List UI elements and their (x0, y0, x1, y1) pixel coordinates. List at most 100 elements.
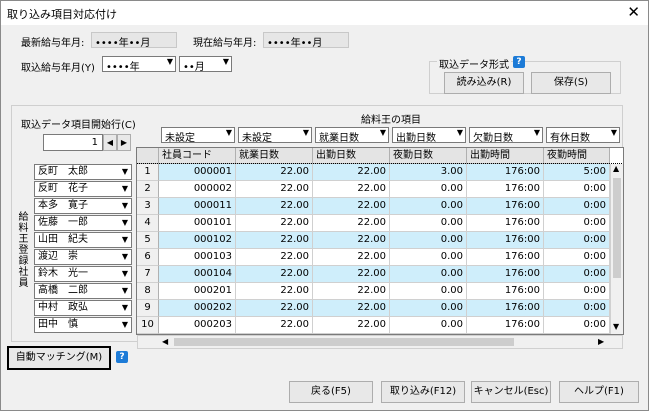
table-cell[interactable]: 22.00 (313, 215, 390, 232)
increment-icon[interactable]: ▶ (117, 134, 131, 151)
back-button[interactable]: 戻る(F5) (289, 381, 373, 403)
table-cell[interactable]: 22.00 (313, 232, 390, 249)
employee-select[interactable]: 高橋 二郎 ▼ (34, 283, 132, 299)
column-select-3[interactable]: 就業日数 ▼ (315, 127, 389, 144)
table-cell[interactable]: 176:00 (467, 300, 544, 317)
table-cell[interactable]: 0.00 (390, 249, 467, 266)
table-cell[interactable]: 0.00 (390, 283, 467, 300)
table-cell[interactable]: 176:00 (467, 266, 544, 283)
employee-select[interactable]: 田中 慎 ▼ (34, 317, 132, 333)
employee-select[interactable]: 山田 紀夫 ▼ (34, 232, 132, 248)
table-cell[interactable]: 0:00 (544, 249, 610, 266)
table-cell[interactable]: 176:00 (467, 215, 544, 232)
table-row[interactable]: 10 000203 22.00 22.00 0.00 176:00 0:00 (137, 317, 623, 334)
data-grid[interactable]: 社員コード 就業日数 出勤日数 夜勤日数 出勤時間 夜勤時間 1 000001 22… (136, 147, 624, 335)
auto-match-button[interactable]: 自動マッチング(M) (7, 346, 111, 370)
table-row[interactable]: 7 000104 22.00 22.00 0.00 176:00 0:00 (137, 266, 623, 283)
table-cell[interactable]: 176:00 (467, 198, 544, 215)
table-cell[interactable]: 22.00 (313, 266, 390, 283)
row-number[interactable]: 4 (137, 215, 159, 232)
column-select-4[interactable]: 出勤日数 ▼ (392, 127, 466, 144)
table-cell[interactable]: 0.00 (390, 232, 467, 249)
row-number[interactable]: 10 (137, 317, 159, 334)
scroll-down-icon[interactable]: ▼ (613, 322, 619, 331)
decrement-icon[interactable]: ◀ (103, 134, 117, 151)
row-number[interactable]: 8 (137, 283, 159, 300)
table-cell[interactable]: 22.00 (313, 164, 390, 181)
table-cell[interactable]: 176:00 (467, 249, 544, 266)
table-cell[interactable]: 000103 (159, 249, 236, 266)
table-cell[interactable]: 0.00 (390, 215, 467, 232)
column-header[interactable]: 出勤時間 (467, 148, 544, 164)
table-cell[interactable]: 0:00 (544, 300, 610, 317)
table-cell[interactable]: 000203 (159, 317, 236, 334)
table-cell[interactable]: 0:00 (544, 266, 610, 283)
table-cell[interactable]: 176:00 (467, 181, 544, 198)
employee-select[interactable]: 佐藤 一郎 ▼ (34, 215, 132, 231)
table-cell[interactable]: 22.00 (313, 317, 390, 334)
hscrollbar-thumb[interactable] (174, 338, 514, 346)
table-row[interactable]: 2 000002 22.00 22.00 0.00 176:00 0:00 (137, 181, 623, 198)
close-icon[interactable]: ✕ (627, 3, 640, 21)
start-row-input[interactable]: 1 (43, 134, 103, 151)
table-cell[interactable]: 000001 (159, 164, 236, 181)
table-row[interactable]: 1 000001 22.00 22.00 3.00 176:00 5:00 (137, 163, 623, 182)
table-cell[interactable]: 22.00 (313, 283, 390, 300)
employee-select[interactable]: 反町 花子 ▼ (34, 181, 132, 197)
format-help-icon[interactable]: ? (513, 56, 525, 68)
table-cell[interactable]: 5:00 (544, 164, 610, 181)
table-row[interactable]: 9 000202 22.00 22.00 0.00 176:00 0:00 (137, 300, 623, 317)
table-row[interactable]: 5 000102 22.00 22.00 0.00 176:00 0:00 (137, 232, 623, 249)
employee-select[interactable]: 中村 政弘 ▼ (34, 300, 132, 316)
row-number[interactable]: 6 (137, 249, 159, 266)
table-cell[interactable]: 000202 (159, 300, 236, 317)
table-cell[interactable]: 000002 (159, 181, 236, 198)
table-cell[interactable]: 22.00 (313, 181, 390, 198)
employee-select[interactable]: 反町 太郎 ▼ (34, 164, 132, 180)
table-cell[interactable]: 176:00 (467, 283, 544, 300)
table-cell[interactable]: 000011 (159, 198, 236, 215)
table-cell[interactable]: 0:00 (544, 317, 610, 334)
table-cell[interactable]: 0:00 (544, 181, 610, 198)
load-button[interactable]: 読み込み(R) (444, 72, 524, 94)
table-cell[interactable]: 22.00 (313, 198, 390, 215)
cancel-button[interactable]: キャンセル(Esc) (471, 381, 551, 403)
import-button[interactable]: 取り込み(F12) (381, 381, 465, 403)
table-cell[interactable]: 0:00 (544, 198, 610, 215)
column-header[interactable]: 社員コード (159, 148, 236, 164)
employee-select[interactable]: 鈴木 光一 ▼ (34, 266, 132, 282)
import-month-select[interactable]: ••月 ▼ (179, 56, 232, 73)
table-row[interactable]: 4 000101 22.00 22.00 0.00 176:00 0:00 (137, 215, 623, 232)
table-cell[interactable]: 3.00 (390, 164, 467, 181)
table-cell[interactable]: 22.00 (236, 164, 313, 181)
table-cell[interactable]: 176:00 (467, 164, 544, 181)
table-cell[interactable]: 22.00 (236, 266, 313, 283)
row-number[interactable]: 5 (137, 232, 159, 249)
table-cell[interactable]: 22.00 (236, 232, 313, 249)
table-cell[interactable]: 22.00 (236, 317, 313, 334)
employee-select[interactable]: 本多 寛子 ▼ (34, 198, 132, 214)
horizontal-scrollbar[interactable]: ◀ ▶ (137, 335, 623, 349)
row-number[interactable]: 3 (137, 198, 159, 215)
table-row[interactable]: 8 000201 22.00 22.00 0.00 176:00 0:00 (137, 283, 623, 300)
table-cell[interactable]: 0:00 (544, 283, 610, 300)
table-cell[interactable]: 0:00 (544, 232, 610, 249)
column-header[interactable]: 夜勤日数 (390, 148, 467, 164)
column-select-6[interactable]: 有休日数 ▼ (546, 127, 620, 144)
auto-match-help-icon[interactable]: ? (116, 351, 128, 363)
row-number[interactable]: 7 (137, 266, 159, 283)
table-cell[interactable]: 22.00 (313, 300, 390, 317)
column-select-1[interactable]: 未設定 ▼ (161, 127, 235, 144)
column-header[interactable]: 出勤日数 (313, 148, 390, 164)
import-year-select[interactable]: ••••年 ▼ (102, 56, 176, 73)
table-row[interactable]: 6 000103 22.00 22.00 0.00 176:00 0:00 (137, 249, 623, 266)
table-cell[interactable]: 0:00 (544, 215, 610, 232)
scroll-up-icon[interactable]: ▲ (613, 164, 619, 173)
column-select-5[interactable]: 欠勤日数 ▼ (469, 127, 543, 144)
table-cell[interactable]: 000101 (159, 215, 236, 232)
column-header[interactable]: 夜勤時間 (544, 148, 610, 164)
table-cell[interactable]: 0.00 (390, 266, 467, 283)
column-header[interactable]: 就業日数 (236, 148, 313, 164)
employee-select[interactable]: 渡辺 崇 ▼ (34, 249, 132, 265)
table-cell[interactable]: 000104 (159, 266, 236, 283)
